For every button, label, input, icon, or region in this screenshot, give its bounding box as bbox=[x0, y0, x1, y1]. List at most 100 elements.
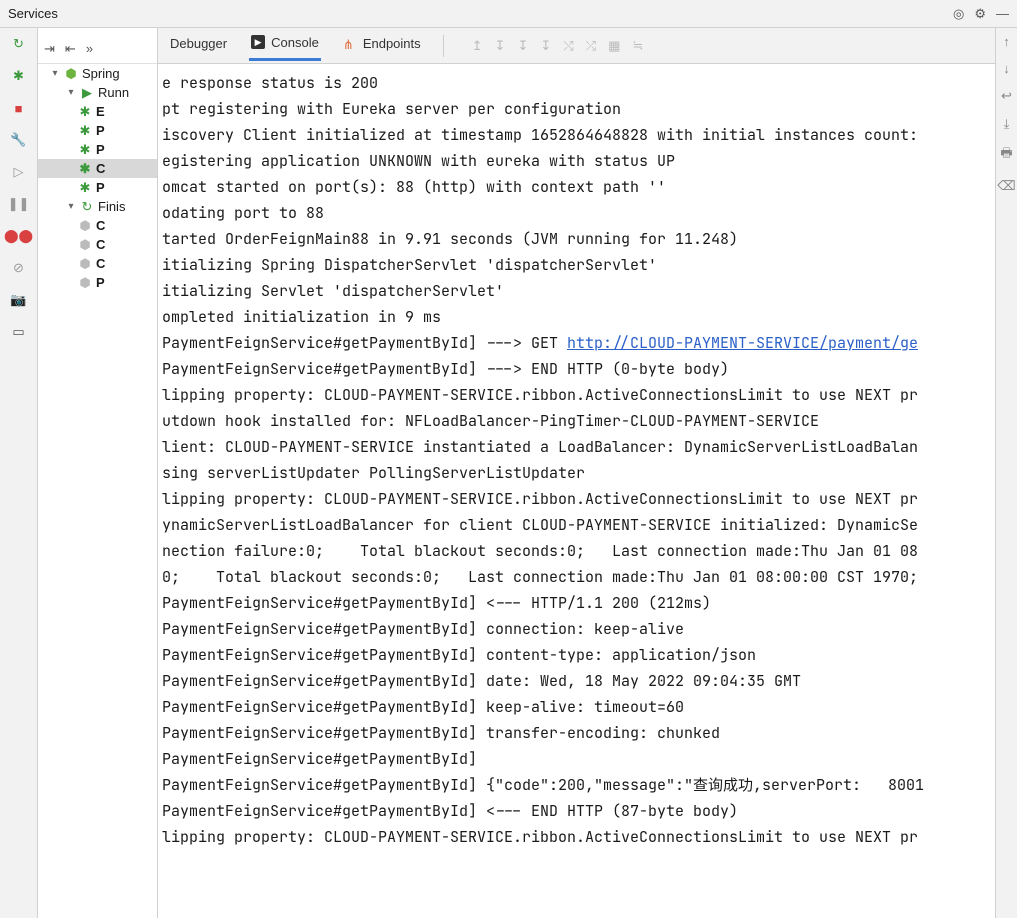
minimize-icon[interactable]: — bbox=[996, 6, 1009, 21]
ghost-icon: ⬢ bbox=[78, 238, 92, 252]
console-line: PaymentFeignService#getPaymentById] conn… bbox=[162, 616, 995, 642]
console-line: sing serverListUpdater PollingServerList… bbox=[162, 460, 995, 486]
tree-item[interactable]: ✱P bbox=[38, 140, 157, 159]
console-line: PaymentFeignService#getPaymentById] --->… bbox=[162, 356, 995, 382]
bug-run-icon[interactable]: ✱ bbox=[9, 66, 29, 86]
breakpoint-icon[interactable]: ⬤⬤ bbox=[9, 226, 29, 246]
wrap-icon[interactable]: ↩ bbox=[1001, 88, 1012, 104]
console-line: PaymentFeignService#getPaymentById] tran… bbox=[162, 720, 995, 746]
tab-endpoints[interactable]: ⋔ Endpoints bbox=[341, 32, 423, 59]
left-toolbar: ↻ ✱ ■ 🔧 ▷ ❚❚ ⬤⬤ ⊘ 📷 ▭ bbox=[0, 28, 38, 918]
tree-item[interactable]: ⬢P bbox=[38, 273, 157, 292]
console-line: PaymentFeignService#getPaymentById] cont… bbox=[162, 642, 995, 668]
console-line: lipping property: CLOUD-PAYMENT-SERVICE.… bbox=[162, 486, 995, 512]
console-line: utdown hook installed for: NFLoadBalance… bbox=[162, 408, 995, 434]
console-line: omcat started on port(s): 88 (http) with… bbox=[162, 174, 995, 200]
mute-icon[interactable]: ⊘ bbox=[9, 258, 29, 278]
tree-item[interactable]: ⬢C bbox=[38, 254, 157, 273]
console-line: PaymentFeignService#getPaymentById] keep… bbox=[162, 694, 995, 720]
console-line: odating port to 88 bbox=[162, 200, 995, 226]
scroll-icon[interactable]: ⤓ bbox=[1004, 116, 1010, 132]
tree-item[interactable]: ✱E bbox=[38, 102, 157, 121]
print-icon[interactable]: 🖶 bbox=[1000, 144, 1012, 166]
chevron-down-icon: ▾ bbox=[66, 87, 76, 98]
swap-icon[interactable]: ⤭ bbox=[563, 38, 573, 54]
console-line: iscovery Client initialized at timestamp… bbox=[162, 122, 995, 148]
wrench-icon[interactable]: 🔧 bbox=[9, 130, 29, 150]
tab-debugger[interactable]: Debugger bbox=[168, 32, 229, 59]
run-tree: ⇥ ⇤ » ▾ ⬢ Spring ▾ ▶ Runn ✱E ✱P ✱P ✱C ✱P… bbox=[38, 28, 158, 918]
step-icon[interactable]: ▷ bbox=[9, 162, 29, 182]
right-toolbar: ↑ ↓ ↩ ⤓ 🖶 ⌫ bbox=[995, 28, 1017, 918]
console-line: lipping property: CLOUD-PAYMENT-SERVICE.… bbox=[162, 824, 995, 850]
bug-icon: ✱ bbox=[78, 143, 92, 157]
bug-icon: ✱ bbox=[78, 162, 92, 176]
tree-item[interactable]: ⬢C bbox=[38, 235, 157, 254]
tree-item[interactable]: ✱P bbox=[38, 178, 157, 197]
console-line: PaymentFeignService#getPaymentById] bbox=[162, 746, 995, 772]
bug-icon: ✱ bbox=[78, 105, 92, 119]
tree-item[interactable]: ⬢C bbox=[38, 216, 157, 235]
console-line: lipping property: CLOUD-PAYMENT-SERVICE.… bbox=[162, 382, 995, 408]
refresh-icon: ↻ bbox=[80, 200, 94, 214]
more-icon[interactable]: » bbox=[86, 41, 93, 56]
console-line: 0; Total blackout seconds:0; Last connec… bbox=[162, 564, 995, 590]
window-title: Services bbox=[8, 6, 953, 21]
down-icon[interactable]: ↧ bbox=[495, 38, 506, 54]
down3-icon[interactable]: ↧ bbox=[540, 38, 551, 54]
console-icon: ▶ bbox=[251, 35, 265, 49]
stop-icon[interactable]: ■ bbox=[9, 98, 29, 118]
chevron-down-icon: ▾ bbox=[66, 201, 76, 212]
ghost-icon: ⬢ bbox=[78, 257, 92, 271]
console-line: ynamicServerListLoadBalancer for client … bbox=[162, 512, 995, 538]
console-line: itializing Spring DispatcherServlet 'dis… bbox=[162, 252, 995, 278]
tab-console[interactable]: ▶ Console bbox=[249, 31, 321, 61]
ghost-icon: ⬢ bbox=[78, 219, 92, 233]
console-line: ompleted initialization in 9 ms bbox=[162, 304, 995, 330]
rerun-icon[interactable]: ↻ bbox=[9, 34, 29, 54]
tree-running[interactable]: ▾ ▶ Runn bbox=[38, 83, 157, 102]
tree-finished[interactable]: ▾ ↻ Finis bbox=[38, 197, 157, 216]
console-line: PaymentFeignService#getPaymentById] {"co… bbox=[162, 772, 995, 798]
tree-item[interactable]: ✱P bbox=[38, 121, 157, 140]
chevron-down-icon: ▾ bbox=[50, 68, 60, 79]
divider bbox=[443, 35, 444, 57]
target-icon[interactable]: ◎ bbox=[953, 6, 964, 22]
swap2-icon[interactable]: ⤮ bbox=[586, 38, 596, 54]
console-line: PaymentFeignService#getPaymentById] date… bbox=[162, 668, 995, 694]
filter-icon[interactable]: ≒ bbox=[632, 38, 643, 54]
expand-icon[interactable]: ⇥ bbox=[44, 41, 55, 57]
down2-icon[interactable]: ↧ bbox=[517, 38, 528, 54]
titlebar: Services ◎ ⚙ — bbox=[0, 0, 1017, 28]
endpoints-icon: ⋔ bbox=[343, 37, 357, 51]
tab-bar: Debugger ▶ Console ⋔ Endpoints ↥ ↧ ↧ ↧ ⤭… bbox=[158, 28, 995, 64]
clear-icon[interactable]: ⌫ bbox=[997, 178, 1015, 194]
console-link[interactable]: http://CLOUD-PAYMENT-SERVICE/payment/ge bbox=[567, 333, 918, 353]
console-line: itializing Servlet 'dispatcherServlet' bbox=[162, 278, 995, 304]
content-column: Debugger ▶ Console ⋔ Endpoints ↥ ↧ ↧ ↧ ⤭… bbox=[158, 28, 995, 918]
console-line: PaymentFeignService#getPaymentById] --->… bbox=[162, 330, 995, 356]
console-toolbar: ↥ ↧ ↧ ↧ ⤭ ⤮ ▦ ≒ bbox=[472, 38, 644, 54]
console-line: e response status is 200 bbox=[162, 70, 995, 96]
console-line: lient: CLOUD-PAYMENT-SERVICE instantiate… bbox=[162, 434, 995, 460]
camera-icon[interactable]: 📷 bbox=[9, 290, 29, 310]
collapse-icon[interactable]: ⇤ bbox=[65, 41, 76, 57]
console-line: tarted OrderFeignMain88 in 9.91 seconds … bbox=[162, 226, 995, 252]
up-arrow-icon[interactable]: ↑ bbox=[1003, 34, 1010, 49]
layout-icon[interactable]: ▭ bbox=[9, 322, 29, 342]
pause-icon[interactable]: ❚❚ bbox=[9, 194, 29, 214]
bug-icon: ✱ bbox=[78, 181, 92, 195]
gear-icon[interactable]: ⚙ bbox=[974, 6, 986, 22]
tree-root-spring[interactable]: ▾ ⬢ Spring bbox=[38, 64, 157, 83]
down-arrow-icon[interactable]: ↓ bbox=[1003, 61, 1010, 76]
ghost-icon: ⬢ bbox=[78, 276, 92, 290]
up-icon[interactable]: ↥ bbox=[472, 38, 483, 54]
bug-icon: ✱ bbox=[78, 124, 92, 138]
console-line: egistering application UNKNOWN with eure… bbox=[162, 148, 995, 174]
run-icon: ▶ bbox=[80, 86, 94, 100]
tree-item-selected[interactable]: ✱C bbox=[38, 159, 157, 178]
console-line: PaymentFeignService#getPaymentById] <---… bbox=[162, 798, 995, 824]
calc-icon[interactable]: ▦ bbox=[608, 38, 620, 54]
console-line: PaymentFeignService#getPaymentById] <---… bbox=[162, 590, 995, 616]
console-output[interactable]: e response status is 200pt registering w… bbox=[158, 64, 995, 918]
